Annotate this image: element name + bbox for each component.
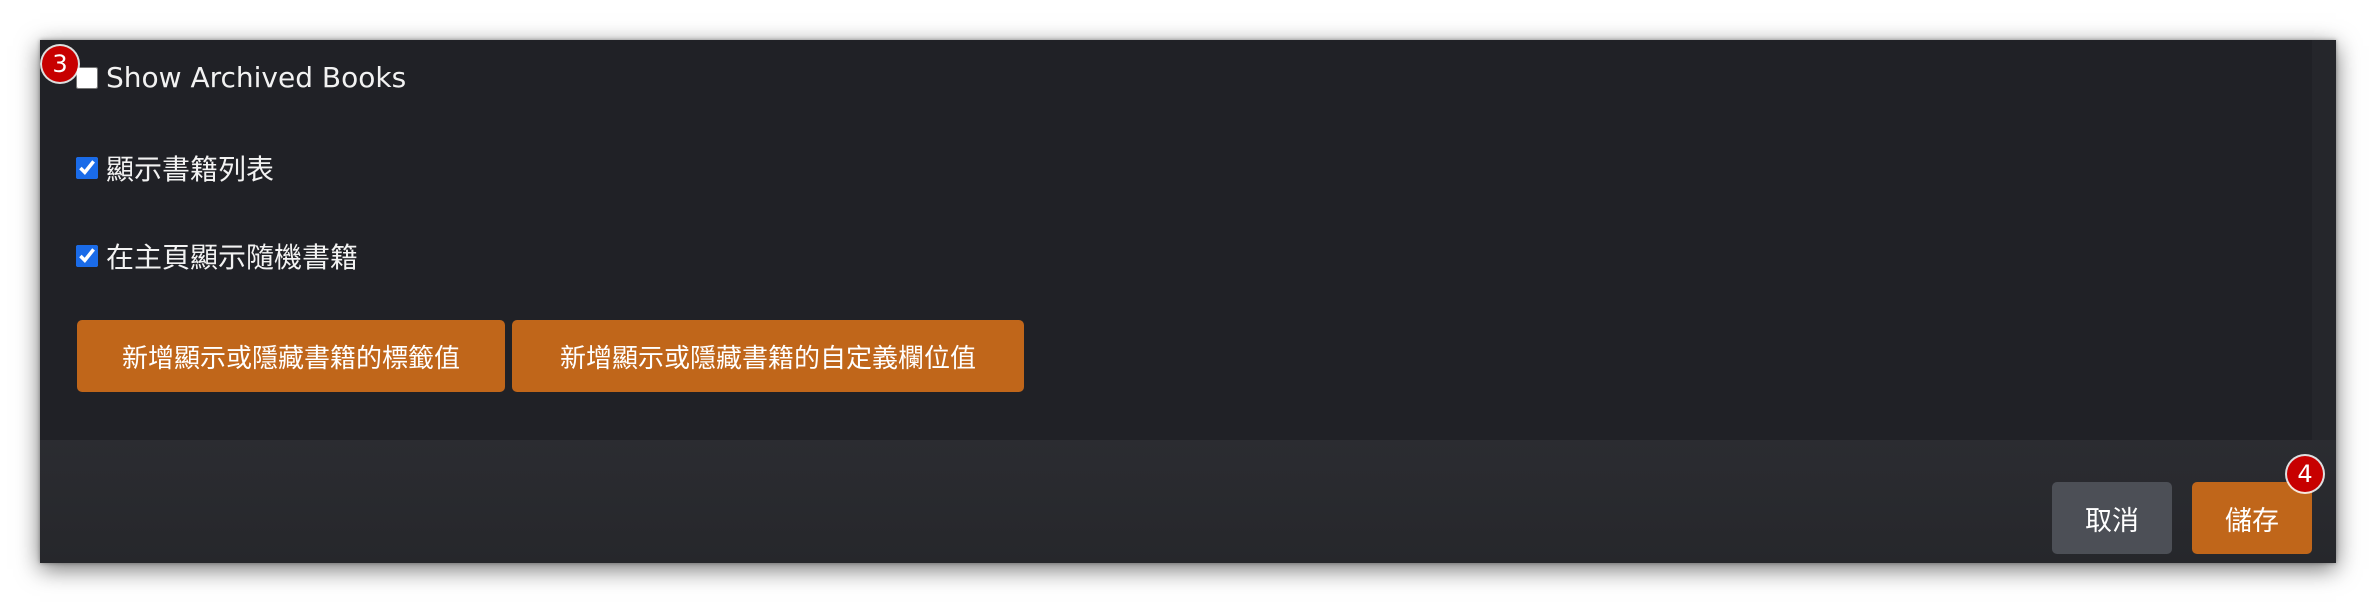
annotation-badge-4: 4: [2287, 456, 2323, 492]
add-tag-visibility-button[interactable]: 新增顯示或隱藏書籍的標籤值: [77, 320, 505, 392]
save-button[interactable]: 儲存: [2192, 482, 2312, 554]
show-archived-books-option[interactable]: Show Archived Books: [76, 61, 406, 94]
show-random-books-checkbox[interactable]: [76, 245, 98, 267]
show-random-books-option[interactable]: 在主頁顯示隨機書籍: [76, 236, 358, 276]
settings-panel: Show Archived Books 顯示書籍列表 在主頁顯示隨機書籍 新增顯…: [40, 40, 2312, 440]
show-books-list-label: 顯示書籍列表: [106, 153, 275, 186]
show-books-list-option[interactable]: 顯示書籍列表: [76, 148, 274, 188]
annotation-badge-3: 3: [42, 46, 78, 82]
cancel-button[interactable]: 取消: [2052, 482, 2172, 554]
dialog-footer: [40, 440, 2336, 563]
show-archived-books-label: Show Archived Books: [106, 61, 407, 94]
show-random-books-label: 在主頁顯示隨機書籍: [106, 241, 359, 274]
add-custom-column-visibility-button[interactable]: 新增顯示或隱藏書籍的自定義欄位值: [512, 320, 1024, 392]
dialog-window: Show Archived Books 顯示書籍列表 在主頁顯示隨機書籍 新增顯…: [40, 40, 2336, 563]
show-books-list-checkbox[interactable]: [76, 157, 98, 179]
show-archived-books-checkbox[interactable]: [76, 66, 98, 89]
